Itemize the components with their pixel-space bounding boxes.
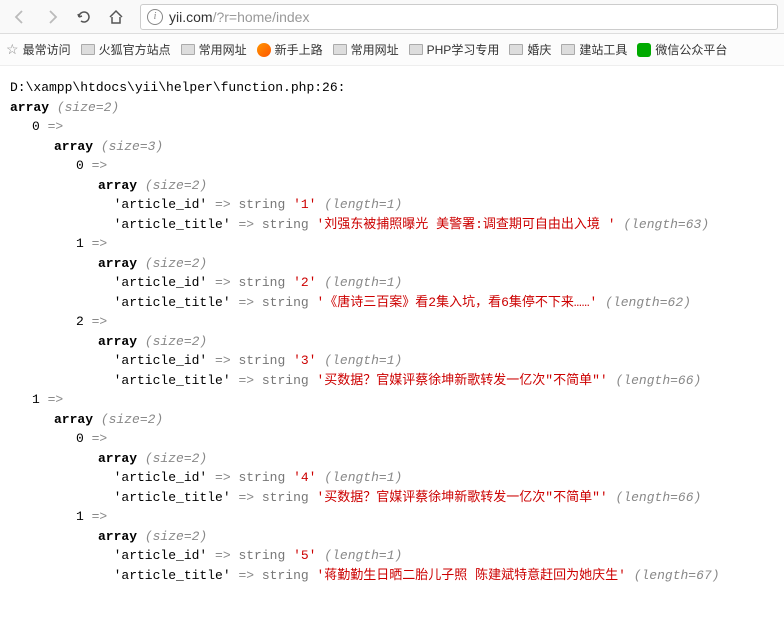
bookmark-item[interactable]: 新手上路 bbox=[257, 41, 323, 58]
browser-toolbar: i yii.com/?r=home/index bbox=[0, 0, 784, 34]
dump-line: 'article_id' => string '1' (length=1) bbox=[10, 195, 774, 215]
folder-icon bbox=[409, 44, 423, 55]
dump-line: array (size=2) bbox=[10, 449, 774, 469]
dump-line: 'article_title' => string '蒋勤勤生日晒二胎儿子照 陈… bbox=[10, 566, 774, 586]
bookmark-item[interactable]: PHP学习专用 bbox=[409, 41, 500, 58]
back-button[interactable] bbox=[6, 3, 34, 31]
dump-line: array (size=2) bbox=[10, 176, 774, 196]
home-button[interactable] bbox=[102, 3, 130, 31]
bookmarks-bar: ☆ 最常访问 火狐官方站点 常用网址 新手上路 常用网址 PHP学习专用 婚庆 … bbox=[0, 34, 784, 66]
dump-line: 0 => bbox=[10, 156, 774, 176]
dump-line: array (size=3) bbox=[10, 137, 774, 157]
dump-line: 'article_title' => string '买数据？官媒评蔡徐坤新歌转… bbox=[10, 371, 774, 391]
wechat-icon bbox=[637, 43, 651, 57]
bookmark-label: 常用网址 bbox=[199, 41, 247, 58]
star-icon: ☆ bbox=[6, 41, 19, 58]
dump-line: array (size=2) bbox=[10, 527, 774, 547]
bookmark-label: PHP学习专用 bbox=[427, 41, 500, 58]
dump-path: D:\xampp\htdocs\yii\helper\function.php:… bbox=[10, 78, 774, 98]
dump-line: 1 => bbox=[10, 507, 774, 527]
info-icon[interactable]: i bbox=[147, 9, 163, 25]
bookmark-label: 最常访问 bbox=[23, 41, 71, 58]
url-bar[interactable]: i yii.com/?r=home/index bbox=[140, 4, 778, 30]
bookmark-label: 常用网址 bbox=[351, 41, 399, 58]
bookmark-label: 新手上路 bbox=[275, 41, 323, 58]
dump-line: 0 => bbox=[10, 117, 774, 137]
folder-icon bbox=[81, 44, 95, 55]
dump-line: 2 => bbox=[10, 312, 774, 332]
dump-line: 'article_id' => string '5' (length=1) bbox=[10, 546, 774, 566]
firefox-icon bbox=[257, 43, 271, 57]
reload-button[interactable] bbox=[70, 3, 98, 31]
folder-icon bbox=[561, 44, 575, 55]
dump-line: 'article_id' => string '2' (length=1) bbox=[10, 273, 774, 293]
dump-line: 0 => bbox=[10, 429, 774, 449]
dump-line: 'article_title' => string '刘强东被捕照曝光 美警署:… bbox=[10, 215, 774, 235]
url-text: yii.com/?r=home/index bbox=[169, 9, 309, 25]
bookmark-most-visited[interactable]: ☆ 最常访问 bbox=[6, 41, 71, 58]
bookmark-label: 建站工具 bbox=[579, 41, 627, 58]
dump-line: 'article_title' => string '《唐诗三百案》看2集入坑，… bbox=[10, 293, 774, 313]
folder-icon bbox=[509, 44, 523, 55]
bookmark-label: 婚庆 bbox=[527, 41, 551, 58]
forward-button[interactable] bbox=[38, 3, 66, 31]
dump-line: 'article_id' => string '3' (length=1) bbox=[10, 351, 774, 371]
folder-icon bbox=[333, 44, 347, 55]
bookmark-label: 火狐官方站点 bbox=[99, 41, 171, 58]
dump-line: 1 => bbox=[10, 390, 774, 410]
folder-icon bbox=[181, 44, 195, 55]
bookmark-item[interactable]: 常用网址 bbox=[333, 41, 399, 58]
bookmark-item[interactable]: 火狐官方站点 bbox=[81, 41, 171, 58]
bookmark-label: 微信公众平台 bbox=[655, 41, 727, 58]
bookmark-item[interactable]: 常用网址 bbox=[181, 41, 247, 58]
bookmark-item[interactable]: 建站工具 bbox=[561, 41, 627, 58]
dump-line: 1 => bbox=[10, 234, 774, 254]
bookmark-item[interactable]: 婚庆 bbox=[509, 41, 551, 58]
dump-line: 'article_title' => string '买数据？官媒评蔡徐坤新歌转… bbox=[10, 488, 774, 508]
bookmark-item[interactable]: 微信公众平台 bbox=[637, 41, 727, 58]
dump-line: array (size=2) bbox=[10, 254, 774, 274]
var-dump-output: D:\xampp\htdocs\yii\helper\function.php:… bbox=[0, 66, 784, 597]
dump-line: array (size=2) bbox=[10, 98, 774, 118]
dump-line: array (size=2) bbox=[10, 410, 774, 430]
dump-line: 'article_id' => string '4' (length=1) bbox=[10, 468, 774, 488]
dump-line: array (size=2) bbox=[10, 332, 774, 352]
